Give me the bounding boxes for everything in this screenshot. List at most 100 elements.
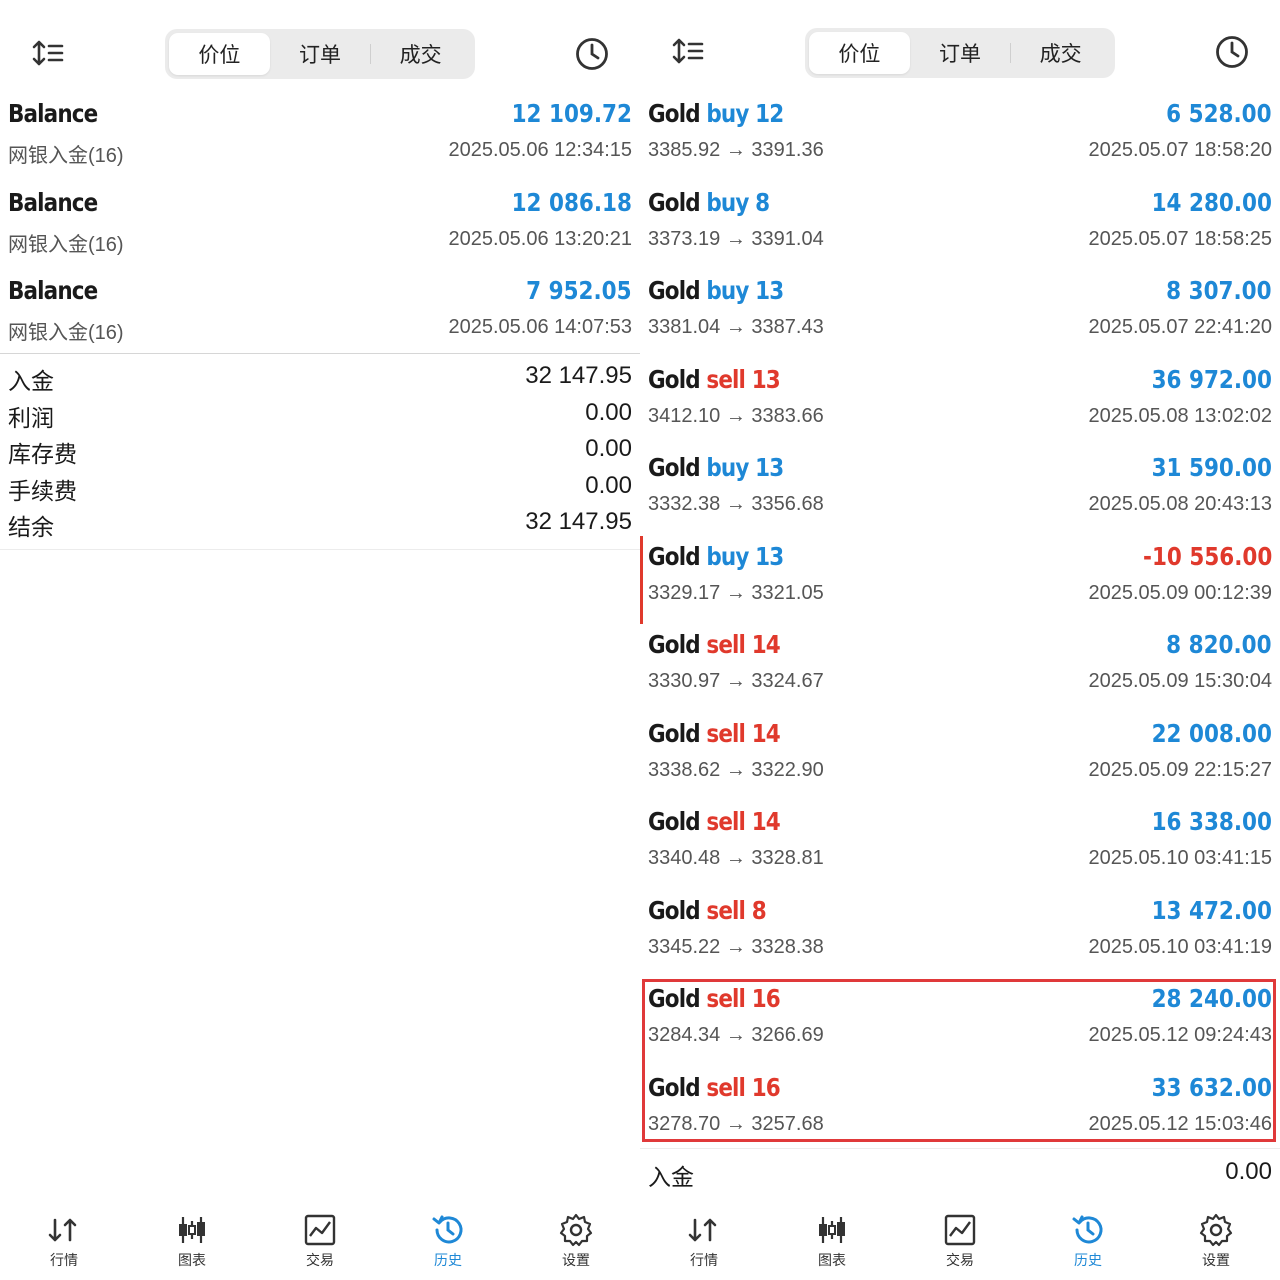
row-date: 2025.05.06 13:20:21 xyxy=(448,227,632,250)
trade-prices: 3340.48 → 3328.81 xyxy=(648,847,824,869)
gear-icon xyxy=(559,1213,593,1247)
view-segmented-control: 价位 订单 成交 xyxy=(805,28,1115,78)
sort-icon[interactable] xyxy=(672,38,704,64)
quotes-arrows-icon xyxy=(48,1218,77,1242)
trade-prices: 3385.92 → 3391.36 xyxy=(648,139,824,161)
nav-trade[interactable]: 交易 xyxy=(256,1198,384,1280)
trade-prices: 3412.10 → 3383.66 xyxy=(648,404,824,427)
summary-row: 结余 32 147.95 xyxy=(0,506,640,543)
nav-quotes[interactable]: 行情 xyxy=(0,1198,128,1280)
tab-orders[interactable]: 订单 xyxy=(910,32,1011,74)
summary-label: 利润 xyxy=(8,404,54,431)
nav-chart[interactable]: 图表 xyxy=(768,1198,896,1280)
trade-row[interactable]: Gold sell 14 3330.97 → 3324.67 8 820.00 202… xyxy=(640,624,1280,713)
tab-deals[interactable]: 成交 xyxy=(370,33,471,75)
nav-quotes[interactable]: 行情 xyxy=(640,1198,768,1280)
trade-chart-icon xyxy=(944,1214,976,1246)
nav-history[interactable]: 历史 xyxy=(384,1198,512,1280)
tab-positions[interactable]: 价位 xyxy=(809,32,910,74)
trade-profit: -10 556.00 xyxy=(1142,541,1272,571)
trade-date: 2025.05.08 20:43:13 xyxy=(1088,493,1272,515)
balance-list: Balance 网银入金(16) 12 109.72 2025.05.06 12… xyxy=(0,93,640,359)
summary-label: 手续费 xyxy=(8,477,77,504)
trade-profit: 6 528.00 xyxy=(1166,99,1272,128)
divider xyxy=(0,353,640,354)
nav-label: 图表 xyxy=(178,1252,206,1268)
trade-volume: 13 xyxy=(751,364,781,394)
nav-trade[interactable]: 交易 xyxy=(896,1198,1024,1280)
clock-icon[interactable] xyxy=(1214,34,1250,70)
nav-settings[interactable]: 设置 xyxy=(512,1198,640,1280)
gear-icon xyxy=(1199,1213,1233,1247)
trade-row[interactable]: Gold sell 8 3345.22 → 3328.38 13 472.00 202… xyxy=(640,890,1280,979)
row-date: 2025.05.06 14:07:53 xyxy=(448,316,632,338)
row-title: Balance xyxy=(8,99,98,128)
tab-positions[interactable]: 价位 xyxy=(169,33,270,75)
trade-chart-icon xyxy=(304,1214,336,1246)
summary-block: 入金 32 147.95 利润 0.00 库存费 0.00 手续费 0.00 结… xyxy=(0,360,640,543)
trade-symbol: Gold xyxy=(648,453,701,482)
trade-volume: 14 xyxy=(751,807,781,836)
row-date: 2025.05.06 12:34:15 xyxy=(448,139,632,161)
list-item[interactable]: Balance 网银入金(16) 12 109.72 2025.05.06 12… xyxy=(0,93,640,182)
trade-side: sell xyxy=(706,807,746,836)
trade-symbol: Gold xyxy=(648,630,701,659)
trade-volume: 14 xyxy=(751,630,781,659)
highlight-box xyxy=(642,979,1276,1142)
summary-row: 手续费 0.00 xyxy=(0,470,640,507)
list-item[interactable]: Balance 网银入金(16) 7 952.05 2025.05.06 14:… xyxy=(0,270,640,359)
sort-icon[interactable] xyxy=(32,40,64,66)
clock-icon[interactable] xyxy=(574,36,610,72)
trade-prices: 3338.62 → 3322.90 xyxy=(648,758,824,781)
trade-profit: 22 008.00 xyxy=(1151,718,1272,748)
trade-row[interactable]: Gold buy 13 3329.17 → 3321.05 -10 556.00 20… xyxy=(640,535,1280,625)
trade-row[interactable]: Gold buy 13 3332.38 → 3356.68 31 590.00 202… xyxy=(640,447,1280,536)
trade-row[interactable]: Gold buy 12 3385.92 → 3391.36 6 528.00 2025… xyxy=(640,93,1280,182)
nav-label: 行情 xyxy=(690,1252,718,1268)
summary-row: 入金 0.00 xyxy=(640,1150,1280,1196)
bottom-nav: 行情 图表 交易 历史 设置 xyxy=(640,1198,1280,1280)
divider xyxy=(0,549,640,550)
trade-date: 2025.05.07 18:58:25 xyxy=(1088,227,1272,250)
nav-label: 历史 xyxy=(1074,1252,1102,1268)
row-subtitle: 网银入金(16) xyxy=(8,145,124,167)
summary-row: 利润 0.00 xyxy=(0,397,640,434)
trade-title: Gold buy 13 xyxy=(648,541,784,571)
trade-side: sell xyxy=(706,630,746,659)
tab-orders[interactable]: 订单 xyxy=(270,33,371,75)
trade-profit: 8 820.00 xyxy=(1166,630,1272,659)
trade-date: 2025.05.09 22:15:27 xyxy=(1088,758,1272,781)
trade-date: 2025.05.10 03:41:19 xyxy=(1088,935,1272,958)
trade-title: Gold buy 8 xyxy=(648,188,770,217)
nav-history[interactable]: 历史 xyxy=(1024,1198,1152,1280)
history-screen-left: 价位 订单 成交 Balance 网银入金(16) 12 109.72 2025… xyxy=(0,0,640,1280)
history-screen-right: 价位 订单 成交 Gold buy 12 3385.92 → 3391.36 6 5… xyxy=(640,0,1280,1280)
trade-row[interactable]: Gold sell 14 3338.62 → 3322.90 22 008.00 20… xyxy=(640,713,1280,802)
trade-symbol: Gold xyxy=(648,276,701,305)
trade-side: sell xyxy=(706,895,746,925)
nav-chart[interactable]: 图表 xyxy=(128,1198,256,1280)
trade-symbol: Gold xyxy=(648,364,701,394)
tab-deals[interactable]: 成交 xyxy=(1010,32,1111,74)
trade-side: buy xyxy=(706,276,749,305)
trade-title: Gold buy 12 xyxy=(648,99,784,128)
nav-settings[interactable]: 设置 xyxy=(1152,1198,1280,1280)
trade-symbol: Gold xyxy=(648,718,701,748)
trade-row[interactable]: Gold buy 8 3373.19 → 3391.04 14 280.00 2025… xyxy=(640,182,1280,271)
trade-date: 2025.05.07 18:58:20 xyxy=(1088,139,1272,161)
trade-prices: 3330.97 → 3324.67 xyxy=(648,670,824,692)
trade-side: buy xyxy=(706,453,749,482)
nav-label: 行情 xyxy=(50,1252,78,1268)
row-title: Balance xyxy=(8,276,98,305)
trade-volume: 13 xyxy=(755,541,784,571)
trade-row[interactable]: Gold sell 13 3412.10 → 3383.66 36 972.00 20… xyxy=(640,359,1280,448)
trade-profit: 36 972.00 xyxy=(1151,364,1272,394)
trade-row[interactable]: Gold sell 14 3340.48 → 3328.81 16 338.00 20… xyxy=(640,801,1280,890)
trade-prices: 3373.19 → 3391.04 xyxy=(648,227,824,250)
trade-date: 2025.05.09 15:30:04 xyxy=(1088,670,1272,692)
trade-profit: 14 280.00 xyxy=(1151,187,1272,217)
trade-prices: 3332.38 → 3356.68 xyxy=(648,493,824,515)
trade-row[interactable]: Gold buy 13 3381.04 → 3387.43 8 307.00 2025… xyxy=(640,270,1280,359)
row-title: Balance xyxy=(8,187,98,217)
list-item[interactable]: Balance 网银入金(16) 12 086.18 2025.05.06 13… xyxy=(0,182,640,271)
